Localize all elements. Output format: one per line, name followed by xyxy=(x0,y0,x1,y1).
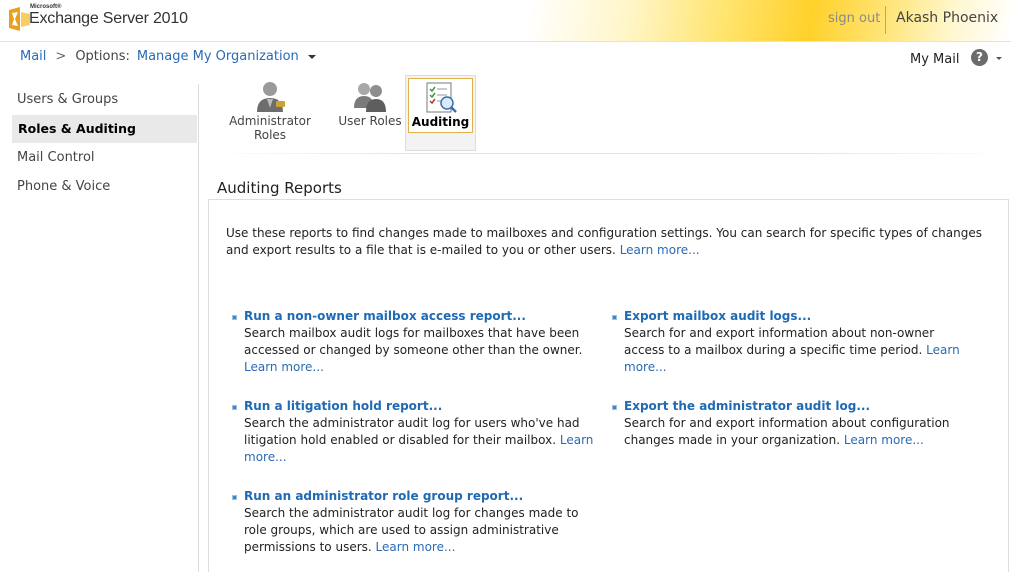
learn-more-link[interactable]: Learn more... xyxy=(844,433,924,447)
tab-user-roles-label: User Roles xyxy=(338,114,402,128)
intro-text-block: Use these reports to find changes made t… xyxy=(226,225,986,259)
litigation-hold-report-link[interactable]: Run a litigation hold report... xyxy=(244,398,594,415)
scope-dropdown[interactable]: Manage My Organization xyxy=(137,49,299,64)
learn-more-link[interactable]: Learn more... xyxy=(376,540,456,554)
nav-item-mail-control[interactable]: Mail Control xyxy=(12,144,197,172)
breadcrumb: Mail > Options: Manage My Organization xyxy=(20,49,316,64)
tab-administrator-roles[interactable]: Administrator Roles xyxy=(216,80,324,150)
report-item: Export the administrator audit log... Se… xyxy=(624,398,964,449)
tab-auditing-highlight: Auditing xyxy=(408,78,473,133)
chevron-down-icon[interactable] xyxy=(307,54,316,59)
bullet-icon xyxy=(232,315,237,320)
user-roles-icon xyxy=(354,83,386,112)
toolbar-divider xyxy=(210,153,1008,154)
sign-out-link[interactable]: sign out xyxy=(828,11,880,26)
breadcrumb-mail-link[interactable]: Mail xyxy=(20,49,46,64)
my-mail-link[interactable]: My Mail xyxy=(910,52,959,67)
non-owner-mailbox-report-link[interactable]: Run a non-owner mailbox access report... xyxy=(244,308,594,325)
breadcrumb-options-label: Options: xyxy=(75,49,130,64)
export-admin-audit-log-link[interactable]: Export the administrator audit log... xyxy=(624,398,964,415)
report-item: Run an administrator role group report..… xyxy=(244,488,584,556)
nav-item-phone-voice[interactable]: Phone & Voice xyxy=(12,173,197,201)
page-title: Auditing Reports xyxy=(217,179,342,197)
user-name: Akash Phoenix xyxy=(896,10,999,26)
report-item: Export mailbox audit logs... Search for … xyxy=(624,308,964,376)
nav-item-users-groups[interactable]: Users & Groups xyxy=(12,86,197,114)
administrator-roles-icon xyxy=(257,82,285,112)
tab-auditing-label: Auditing xyxy=(411,115,470,129)
tab-administrator-roles-label: Administrator Roles xyxy=(229,114,311,142)
intro-text: Use these reports to find changes made t… xyxy=(226,226,982,257)
bullet-icon xyxy=(612,315,617,320)
report-description: Search the administrator audit log for u… xyxy=(244,416,580,447)
bullet-icon xyxy=(232,405,237,410)
report-item: Run a non-owner mailbox access report...… xyxy=(244,308,594,376)
header-divider xyxy=(885,6,886,34)
tab-user-roles[interactable]: User Roles xyxy=(336,80,404,150)
header-bar: Microsoft® Exchange Server 2010 sign out… xyxy=(0,0,1011,42)
learn-more-link[interactable]: Learn more... xyxy=(244,360,324,374)
nav-item-roles-auditing[interactable]: Roles & Auditing xyxy=(12,115,197,143)
auditing-icon xyxy=(426,82,457,113)
breadcrumb-separator: > xyxy=(55,49,67,64)
bullet-icon xyxy=(232,495,237,500)
export-mailbox-audit-logs-link[interactable]: Export mailbox audit logs... xyxy=(624,308,964,325)
report-description: Search mailbox audit logs for mailboxes … xyxy=(244,326,583,357)
report-item: Run a litigation hold report... Search t… xyxy=(244,398,594,466)
report-description: Search for and export information about … xyxy=(624,326,935,357)
left-navigation: Users & Groups Roles & Auditing Mail Con… xyxy=(0,84,199,572)
product-name: Exchange Server 2010 xyxy=(29,10,188,27)
intro-learn-more-link[interactable]: Learn more... xyxy=(620,243,700,257)
tab-auditing[interactable]: Auditing xyxy=(405,75,476,151)
bullet-icon xyxy=(612,405,617,410)
help-icon[interactable]: ? xyxy=(971,49,988,66)
help-menu-caret-icon[interactable] xyxy=(996,57,1002,60)
admin-role-group-report-link[interactable]: Run an administrator role group report..… xyxy=(244,488,584,505)
